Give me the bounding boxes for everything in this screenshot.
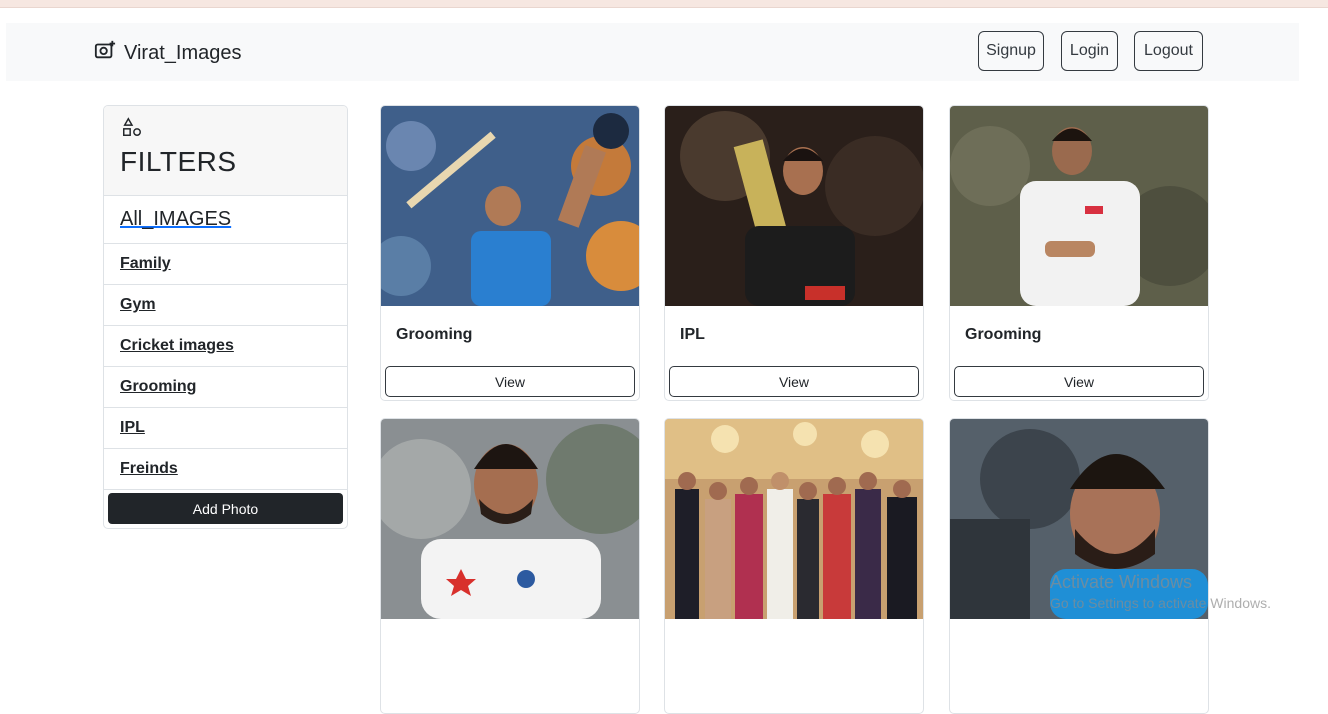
filter-item: Cricket images [104, 326, 347, 367]
filter-item: Gym [104, 285, 347, 326]
filter-ipl-link[interactable]: IPL [120, 419, 145, 437]
watermark-title: Activate Windows [1050, 572, 1193, 592]
photo-card: Grooming View [380, 105, 640, 401]
card-photo[interactable] [665, 419, 923, 619]
shapes-icon [121, 116, 143, 138]
filter-family-link[interactable]: Family [120, 255, 171, 273]
filter-item: Freinds [104, 449, 347, 490]
navbar: Virat_Images Signup Login Logout [6, 23, 1299, 81]
photo-card: Grooming View [949, 105, 1209, 401]
camera-plus-icon [94, 39, 116, 67]
photo-card [949, 418, 1209, 714]
filters-sidebar: FILTERS All_IMAGES Family Gym Cricket im… [103, 105, 348, 529]
all-images-link[interactable]: All_IMAGES [120, 208, 231, 231]
photo-card [380, 418, 640, 714]
brand[interactable]: Virat_Images [94, 39, 241, 67]
filter-all-images: All_IMAGES [104, 196, 347, 244]
filter-item: Grooming [104, 367, 347, 408]
photo-card [664, 418, 924, 714]
filter-gym-link[interactable]: Gym [120, 296, 156, 314]
filters-header: FILTERS [104, 106, 347, 196]
filter-item: IPL [104, 408, 347, 449]
signup-button[interactable]: Signup [978, 31, 1044, 71]
card-photo[interactable] [950, 106, 1208, 306]
view-button[interactable]: View [385, 366, 635, 397]
card-photo[interactable] [381, 106, 639, 306]
filter-freinds-link[interactable]: Freinds [120, 460, 178, 478]
card-title: IPL [680, 326, 705, 343]
filter-cricket-images-link[interactable]: Cricket images [120, 337, 234, 355]
filters-title: FILTERS [120, 146, 237, 177]
filter-grooming-link[interactable]: Grooming [120, 378, 196, 396]
card-photo[interactable] [381, 419, 639, 619]
view-button[interactable]: View [954, 366, 1204, 397]
browser-top-strip [0, 0, 1328, 8]
logout-button[interactable]: Logout [1134, 31, 1203, 71]
card-title: Grooming [396, 326, 473, 343]
photo-card: IPL View [664, 105, 924, 401]
watermark-subtitle: Go to Settings to activate Windows. [1050, 595, 1271, 611]
login-button[interactable]: Login [1061, 31, 1118, 71]
card-title: Grooming [965, 326, 1042, 343]
windows-activation-watermark: Activate Windows Go to Settings to activ… [1050, 572, 1271, 611]
card-photo[interactable] [665, 106, 923, 306]
filter-item: Family [104, 244, 347, 285]
brand-name: Virat_Images [124, 41, 242, 64]
add-photo-button[interactable]: Add Photo [108, 493, 343, 524]
view-button[interactable]: View [669, 366, 919, 397]
